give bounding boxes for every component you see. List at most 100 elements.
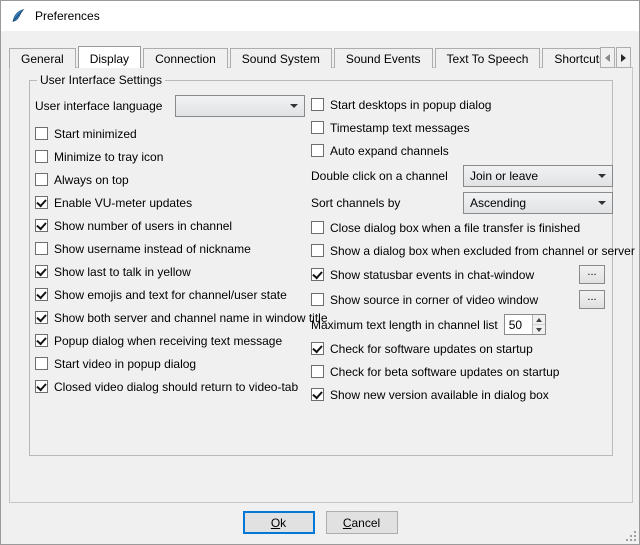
tab-scroll-right-button[interactable]	[616, 47, 631, 68]
setting-row-popup-dialog-when-receiving-text-message: Popup dialog when receiving text message	[35, 329, 305, 352]
sort-channels-select[interactable]: Ascending	[463, 192, 613, 214]
setting-row-show-source-in-corner-of-video-window: Show source in corner of video window...	[311, 287, 613, 312]
checkbox-label[interactable]: Always on top	[54, 173, 129, 187]
arrow-right-icon	[621, 54, 626, 62]
right-top-checkbox-list: Start desktops in popup dialog Timestamp …	[311, 93, 613, 162]
checkbox-minimize-to-tray-icon[interactable]	[35, 150, 48, 163]
checkbox-auto-expand-channels[interactable]	[311, 144, 324, 157]
checkbox-show-last-to-talk-in-yellow[interactable]	[35, 265, 48, 278]
checkbox-label[interactable]: Auto expand channels	[330, 144, 449, 158]
checkbox-check-for-beta-software-updates-on-startup[interactable]	[311, 365, 324, 378]
checkbox-show-username-instead-of-nickname[interactable]	[35, 242, 48, 255]
setting-row-show-both-server-and-channel-name-in-window-title: Show both server and channel name in win…	[35, 306, 305, 329]
right-mid-checkbox-list: Close dialog box when a file transfer is…	[311, 216, 613, 312]
max-text-length-row: Maximum text length in channel list 50	[311, 312, 613, 337]
tab-sound-events[interactable]: Sound Events	[334, 48, 433, 68]
checkbox-enable-vu-meter-updates[interactable]	[35, 196, 48, 209]
max-text-length-spinner[interactable]: 50	[504, 314, 546, 335]
checkbox-popup-dialog-when-receiving-text-message[interactable]	[35, 334, 48, 347]
checkbox-label[interactable]: Start video in popup dialog	[54, 357, 196, 371]
setting-row-show-emojis-and-text-for-channel-user-state: Show emojis and text for channel/user st…	[35, 283, 305, 306]
spinner-arrows	[532, 315, 545, 334]
checkbox-show-both-server-and-channel-name-in-window-title[interactable]	[35, 311, 48, 324]
tab-scroll-left-button[interactable]	[600, 47, 615, 68]
checkbox-label[interactable]: Show new version available in dialog box	[330, 388, 549, 402]
checkbox-start-minimized[interactable]	[35, 127, 48, 140]
more-button-show-statusbar-events-in-chat-window[interactable]: ...	[579, 265, 605, 284]
checkbox-label[interactable]: Show last to talk in yellow	[54, 265, 191, 279]
checkbox-label[interactable]: Popup dialog when receiving text message	[54, 334, 282, 348]
checkbox-show-a-dialog-box-when-excluded-from-channel-or-server[interactable]	[311, 244, 324, 257]
checkbox-label[interactable]: Show number of users in channel	[54, 219, 232, 233]
setting-row-auto-expand-channels: Auto expand channels	[311, 139, 613, 162]
sort-channels-row: Sort channels by Ascending	[311, 189, 613, 216]
setting-row-check-for-beta-software-updates-on-startup: Check for beta software updates on start…	[311, 360, 613, 383]
checkbox-label[interactable]: Close dialog box when a file transfer is…	[330, 221, 580, 235]
checkbox-label[interactable]: Timestamp text messages	[330, 121, 470, 135]
tab-text-to-speech[interactable]: Text To Speech	[435, 48, 541, 68]
checkbox-start-desktops-in-popup-dialog[interactable]	[311, 98, 324, 111]
language-label: User interface language	[35, 99, 162, 113]
checkbox-label[interactable]: Start minimized	[54, 127, 137, 141]
checkbox-close-dialog-box-when-a-file-transfer-is-finished[interactable]	[311, 221, 324, 234]
double-click-select-value: Join or leave	[470, 169, 538, 183]
setting-row-show-statusbar-events-in-chat-window: Show statusbar events in chat-window...	[311, 262, 613, 287]
setting-row-always-on-top: Always on top	[35, 168, 305, 191]
setting-row-check-for-software-updates-on-startup: Check for software updates on startup	[311, 337, 613, 360]
checkbox-label[interactable]: Minimize to tray icon	[54, 150, 163, 164]
right-bottom-checkbox-list: Check for software updates on startup Che…	[311, 337, 613, 406]
checkbox-timestamp-text-messages[interactable]	[311, 121, 324, 134]
double-click-select[interactable]: Join or leave	[463, 165, 613, 187]
checkbox-check-for-software-updates-on-startup[interactable]	[311, 342, 324, 355]
preferences-window: Preferences GeneralDisplayConnectionSoun…	[0, 0, 640, 545]
tab-sound-system[interactable]: Sound System	[230, 48, 332, 68]
tab-display[interactable]: Display	[78, 46, 141, 68]
checkbox-show-statusbar-events-in-chat-window[interactable]	[311, 268, 324, 281]
setting-row-start-desktops-in-popup-dialog: Start desktops in popup dialog	[311, 93, 613, 116]
cancel-button[interactable]: Cancel	[326, 511, 398, 534]
checkbox-show-new-version-available-in-dialog-box[interactable]	[311, 388, 324, 401]
left-column: User interface language Start minimized M…	[35, 93, 305, 398]
setting-row-start-minimized: Start minimized	[35, 122, 305, 145]
tab-general[interactable]: General	[9, 48, 76, 68]
window-title: Preferences	[35, 9, 100, 23]
checkbox-closed-video-dialog-should-return-to-video-tab[interactable]	[35, 380, 48, 393]
checkbox-label[interactable]: Show statusbar events in chat-window	[330, 268, 534, 282]
checkbox-label[interactable]: Show username instead of nickname	[54, 242, 251, 256]
checkbox-show-emojis-and-text-for-channel-user-state[interactable]	[35, 288, 48, 301]
arrow-left-icon	[605, 54, 610, 62]
setting-row-start-video-in-popup-dialog: Start video in popup dialog	[35, 352, 305, 375]
chevron-down-icon	[598, 201, 606, 205]
spin-down-button[interactable]	[533, 324, 545, 334]
tab-shortcuts[interactable]: Shortcuts	[542, 48, 603, 68]
setting-row-enable-vu-meter-updates: Enable VU-meter updates	[35, 191, 305, 214]
right-column: Start desktops in popup dialog Timestamp …	[311, 93, 613, 406]
checkbox-label[interactable]: Closed video dialog should return to vid…	[54, 380, 298, 394]
tab-scroll-buttons	[599, 47, 631, 68]
max-text-length-label: Maximum text length in channel list	[311, 318, 498, 332]
checkbox-show-source-in-corner-of-video-window[interactable]	[311, 293, 324, 306]
titlebar[interactable]: Preferences	[1, 1, 639, 31]
double-click-row: Double click on a channel Join or leave	[311, 162, 613, 189]
checkbox-label[interactable]: Check for beta software updates on start…	[330, 365, 559, 379]
spin-up-button[interactable]	[533, 315, 545, 324]
setting-row-show-number-of-users-in-channel: Show number of users in channel	[35, 214, 305, 237]
chevron-down-icon	[290, 104, 298, 108]
tab-connection[interactable]: Connection	[143, 48, 228, 68]
checkbox-label[interactable]: Start desktops in popup dialog	[330, 98, 491, 112]
checkbox-label[interactable]: Enable VU-meter updates	[54, 196, 192, 210]
checkbox-label[interactable]: Check for software updates on startup	[330, 342, 533, 356]
setting-row-timestamp-text-messages: Timestamp text messages	[311, 116, 613, 139]
checkbox-label[interactable]: Show a dialog box when excluded from cha…	[330, 244, 635, 258]
checkbox-start-video-in-popup-dialog[interactable]	[35, 357, 48, 370]
checkbox-label[interactable]: Show both server and channel name in win…	[54, 311, 328, 325]
checkbox-always-on-top[interactable]	[35, 173, 48, 186]
max-text-length-value: 50	[505, 315, 532, 334]
more-button-show-source-in-corner-of-video-window[interactable]: ...	[579, 290, 605, 309]
checkbox-show-number-of-users-in-channel[interactable]	[35, 219, 48, 232]
language-select[interactable]	[175, 95, 305, 117]
checkbox-label[interactable]: Show source in corner of video window	[330, 293, 538, 307]
setting-row-close-dialog-box-when-a-file-transfer-is-finished: Close dialog box when a file transfer is…	[311, 216, 613, 239]
checkbox-label[interactable]: Show emojis and text for channel/user st…	[54, 288, 287, 302]
ok-button[interactable]: Ok	[243, 511, 315, 534]
